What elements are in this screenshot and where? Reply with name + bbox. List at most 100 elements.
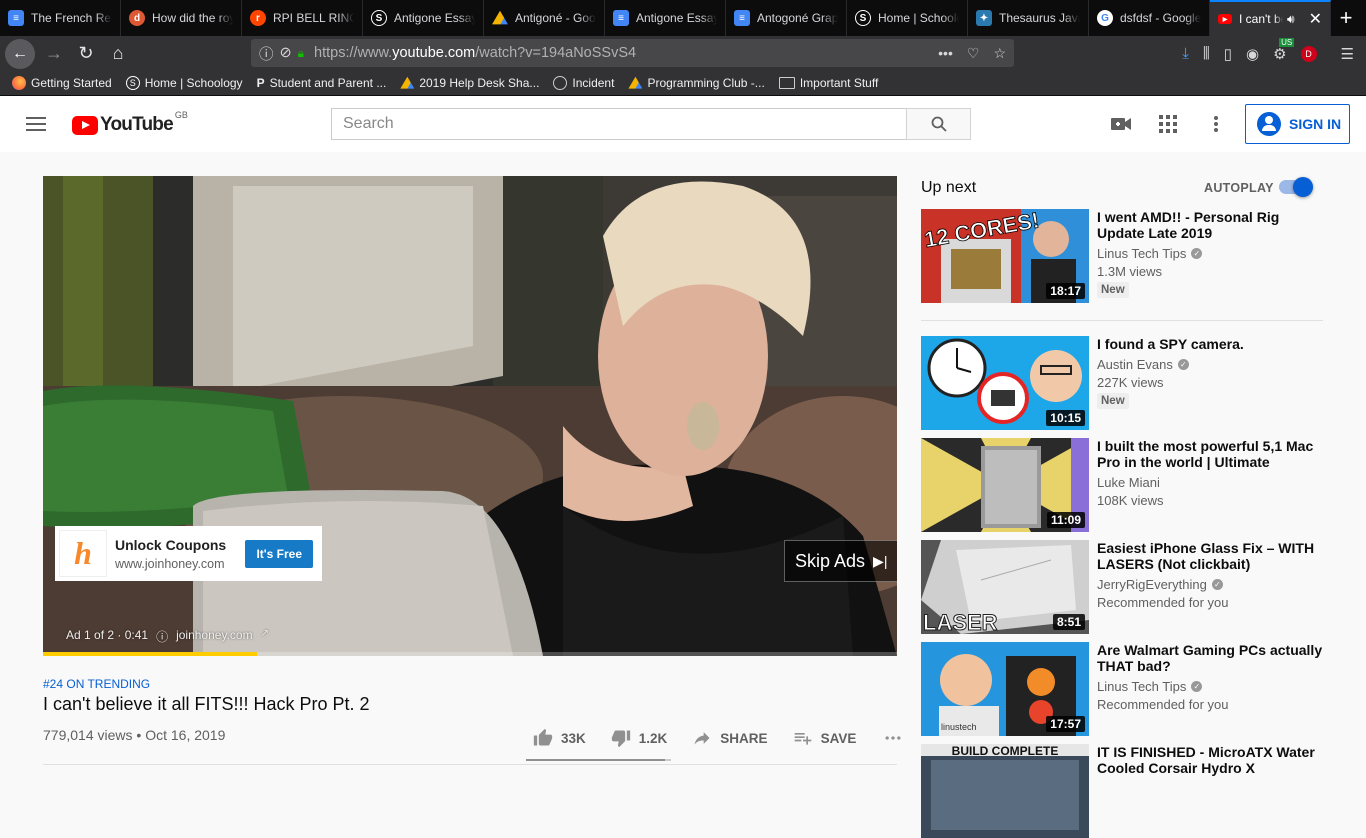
browser-tab-active[interactable]: ▶I can't believe🔊︎✕ (1210, 0, 1331, 36)
sign-in-button[interactable]: SIGN IN (1245, 104, 1350, 144)
recommended-video[interactable]: linustech 17:57 Are Walmart Gaming PCs a… (921, 642, 1341, 736)
video-thumbnail[interactable]: 11:09 (921, 438, 1089, 532)
pocket-icon[interactable]: ♡ (967, 45, 980, 62)
channel-name[interactable]: Austin Evans (1097, 357, 1173, 372)
create-video-icon[interactable] (1111, 114, 1131, 134)
video-title[interactable]: Easiest iPhone Glass Fix – WITH LASERS (… (1097, 540, 1327, 572)
sidebar-icon[interactable]: ▯ (1224, 45, 1232, 63)
video-thumbnail[interactable]: BUILD COMPLETE (921, 744, 1089, 838)
ad-progress-bar[interactable] (43, 652, 897, 656)
video-title[interactable]: Are Walmart Gaming PCs actually THAT bad… (1097, 642, 1327, 674)
bookmark-item[interactable]: Incident (553, 76, 614, 90)
external-link-icon: ↗ (260, 628, 269, 639)
thumbnail-image: BUILD COMPLETE (921, 744, 1089, 838)
menu-icon[interactable]: ☰ (1341, 45, 1354, 63)
ad-domain-link[interactable]: joinhoney.com (176, 628, 253, 645)
ad-title: Unlock Coupons (115, 536, 227, 553)
video-duration: 11:09 (1046, 512, 1085, 528)
youtube-logo[interactable]: YouTube GB (72, 110, 188, 136)
channel-name[interactable]: Luke Miani (1097, 475, 1160, 490)
channel-name[interactable]: JerryRigEverything (1097, 577, 1207, 592)
share-button[interactable]: SHARE (692, 728, 768, 748)
recommended-video[interactable]: 12 CORES! 18:17 I went AMD!! - Personal … (921, 209, 1341, 303)
reload-button[interactable]: ↻ (70, 38, 102, 70)
browser-tab[interactable]: S Antigone Essay (363, 0, 484, 36)
apps-grid-icon[interactable] (1158, 114, 1178, 134)
home-button[interactable]: ⌂ (102, 38, 134, 70)
svg-text:LASER: LASER (923, 610, 998, 634)
svg-text:linustech: linustech (941, 722, 977, 732)
autoplay-toggle[interactable] (1279, 177, 1313, 197)
bookmark-folder[interactable]: Important Stuff (778, 76, 878, 90)
browser-tab[interactable]: Gdsfdsf - Google (1089, 0, 1210, 36)
video-thumbnail[interactable]: linustech 17:57 (921, 642, 1089, 736)
info-icon[interactable]: ⓘ (259, 43, 274, 64)
browser-tab[interactable]: ✦ Thesaurus Java (968, 0, 1089, 36)
thumbs-down-icon (611, 730, 630, 748)
page-actions-icon[interactable]: ••• (938, 45, 953, 62)
search-input[interactable]: Search (331, 108, 907, 140)
recommended-video[interactable]: 10:15 I found a SPY camera. Austin Evans… (921, 336, 1341, 430)
video-title[interactable]: I found a SPY camera. (1097, 336, 1327, 352)
bookmark-item[interactable]: Programming Club -... (628, 76, 765, 90)
bookmark-item[interactable]: P Student and Parent ... (257, 76, 387, 90)
ad-cta-button[interactable]: It's Free (245, 539, 313, 568)
save-button[interactable]: SAVE (793, 728, 856, 748)
browser-tab[interactable]: ≡The French Revolution (0, 0, 121, 36)
bookmark-item[interactable]: S Home | Schoology (125, 76, 243, 90)
download-icon[interactable]: ⤓ (1182, 45, 1189, 62)
dislike-button[interactable]: 1.2K (611, 728, 667, 748)
forward-button[interactable]: → (38, 38, 70, 70)
recommended-video[interactable]: 11:09 I built the most powerful 5,1 Mac … (921, 438, 1341, 532)
browser-tab-bar: ≡The French Revolution dHow did the roya… (0, 0, 1366, 36)
browser-tab[interactable]: rRPI BELL RINGER (242, 0, 363, 36)
recommended-video[interactable]: LASER 8:51 Easiest iPhone Glass Fix – WI… (921, 540, 1341, 634)
bookmark-item[interactable]: 2019 Help Desk Sha... (400, 76, 539, 90)
browser-tab[interactable]: SHome | Schoology (847, 0, 968, 36)
settings-more-icon[interactable] (1206, 114, 1226, 134)
account-icon[interactable]: ◉ (1246, 45, 1259, 63)
channel-name[interactable]: Linus Tech Tips (1097, 679, 1186, 694)
browser-tab[interactable]: ≡Antogoné Graphic (726, 0, 847, 36)
back-button[interactable]: ← (5, 38, 35, 69)
search-button[interactable] (906, 108, 971, 140)
trending-badge[interactable]: #24 ON TRENDING (43, 677, 150, 691)
bookmark-item[interactable]: Getting Started (12, 76, 112, 90)
browser-tab[interactable]: dHow did the royal (121, 0, 242, 36)
new-tab-button[interactable]: + (1331, 0, 1361, 36)
video-title[interactable]: I went AMD!! - Personal Rig Update Late … (1097, 209, 1327, 241)
lock-icon: 🔒︎ (297, 45, 305, 60)
video-player[interactable]: h Unlock Coupons www.joinhoney.com It's … (43, 176, 897, 656)
video-thumbnail[interactable]: LASER 8:51 (921, 540, 1089, 634)
library-icon[interactable]: ⫼ (1203, 45, 1210, 62)
like-button[interactable]: 33K (533, 728, 586, 748)
bookmark-star-icon[interactable]: ☆ (993, 45, 1006, 62)
autoplay-blocked-icon[interactable]: ⊘ (280, 45, 292, 61)
info-icon[interactable]: ⓘ (156, 628, 168, 645)
guide-menu-icon[interactable] (26, 117, 46, 131)
youtube-header: YouTube GB Search SIGN IN (0, 96, 1366, 152)
more-actions-button[interactable] (883, 728, 903, 748)
youtube-play-icon (72, 115, 98, 135)
ad-progress-fill (43, 652, 257, 656)
browser-tab[interactable]: ≡ Antigone Essay (605, 0, 726, 36)
skip-ads-button[interactable]: Skip Ads ▶| (784, 540, 897, 582)
ad-overlay-card[interactable]: h Unlock Coupons www.joinhoney.com It's … (55, 526, 322, 581)
recommended-video[interactable]: BUILD COMPLETE IT IS FINISHED - MicroATX… (921, 744, 1341, 838)
video-thumbnail[interactable]: 10:15 (921, 336, 1089, 430)
url-bar[interactable]: ⓘ ⊘ 🔒︎ https://www. youtube.com/watch?v=1… (251, 39, 1014, 67)
channel-name[interactable]: Linus Tech Tips (1097, 246, 1186, 261)
ad-counter: Ad 1 of 2 · 0:41 (66, 628, 149, 642)
svg-text:BUILD COMPLETE: BUILD COMPLETE (952, 744, 1059, 758)
video-title[interactable]: I built the most powerful 5,1 Mac Pro in… (1097, 438, 1327, 470)
drive-icon (492, 10, 508, 25)
video-title[interactable]: IT IS FINISHED - MicroATX Water Cooled C… (1097, 744, 1327, 776)
browser-tab[interactable]: Antigoné - Google (484, 0, 605, 36)
speaker-icon[interactable]: 🔊︎ (1287, 12, 1295, 27)
video-thumbnail[interactable]: 12 CORES! 18:17 (921, 209, 1089, 303)
profile-avatar[interactable]: D (1300, 45, 1317, 62)
close-tab-icon[interactable]: ✕ (1303, 9, 1322, 29)
puzzle-icon: ✦ (976, 10, 992, 26)
duckduckgo-icon: d (129, 10, 145, 26)
vpn-extension-icon[interactable]: ⚙ US (1273, 37, 1295, 63)
